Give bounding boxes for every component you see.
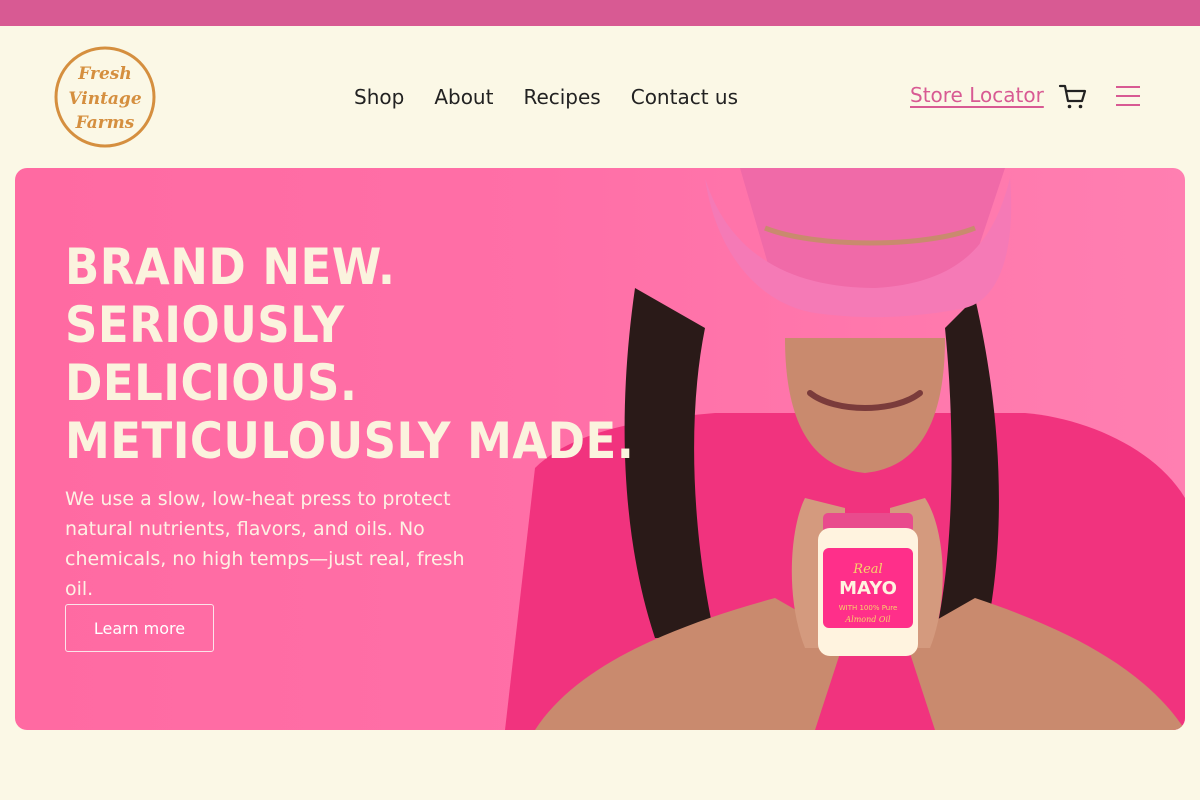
learn-more-button[interactable]: Learn more [65,604,214,652]
nav-contact[interactable]: Contact us [631,85,738,109]
nav-shop[interactable]: Shop [354,85,404,109]
jar-label-line2: Almond Oil [844,615,891,624]
svg-text:Farms: Farms [75,113,135,133]
brand-logo[interactable]: Fresh Vintage Farms [54,46,156,148]
jar-label-script: Real [852,562,882,577]
hero-description: We use a slow, low-heat press to protect… [65,488,465,600]
jar-label-title: MAYO [839,578,897,599]
announcement-bar [0,0,1200,26]
site-header: Fresh Vintage Farms Shop About Recipes C… [0,26,1200,168]
headline-line: BRAND NEW. [65,238,396,296]
main-nav: Shop About Recipes Contact us [354,26,738,168]
headline-line: DELICIOUS. [65,354,358,412]
store-locator-link[interactable]: Store Locator [910,83,1044,107]
headline-line: SERIOUSLY [65,296,345,354]
svg-text:Fresh: Fresh [77,64,131,84]
hero-banner: Real MAYO WITH 100% Pure Almond Oil BRAN… [15,168,1185,730]
hero-headline: BRAND NEW. SERIOUSLY DELICIOUS. METICULO… [65,238,634,470]
headline-line: METICULOUSLY MADE. [65,412,635,470]
cart-icon[interactable] [1058,82,1088,112]
nav-recipes[interactable]: Recipes [523,85,600,109]
nav-about[interactable]: About [434,85,493,109]
svg-text:Vintage: Vintage [68,89,141,109]
menu-icon[interactable] [1116,83,1140,109]
jar-label-line1: WITH 100% Pure [839,604,898,612]
